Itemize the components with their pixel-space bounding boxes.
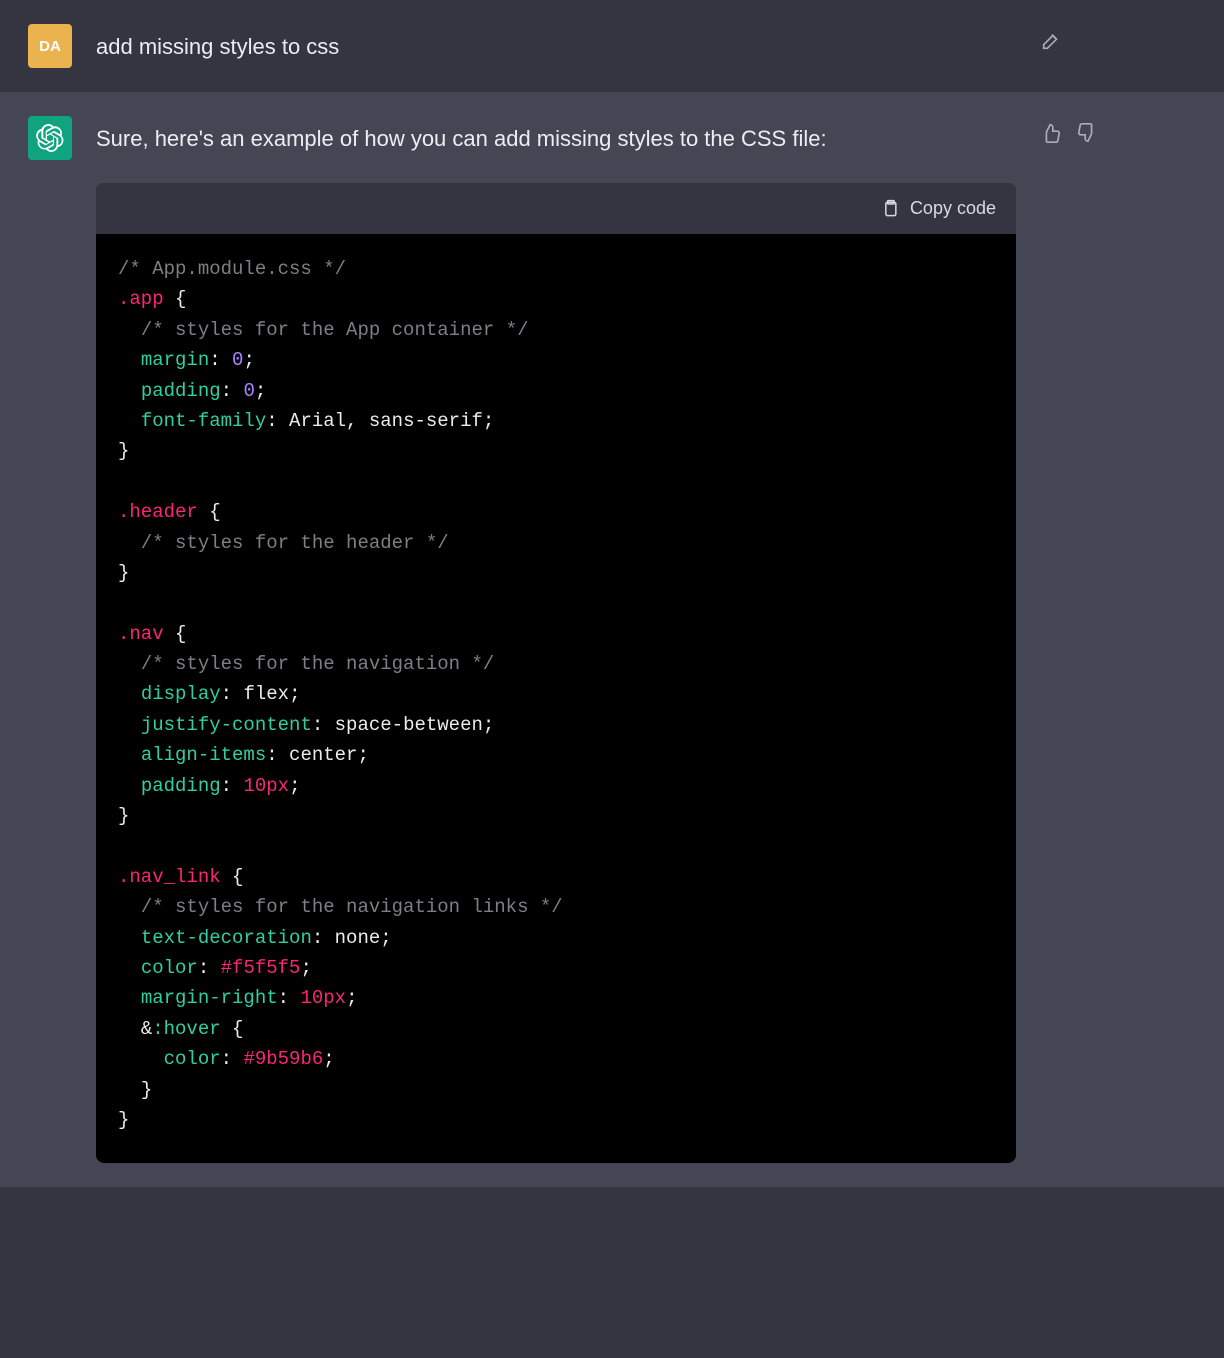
assistant-message-row: Sure, here's an example of how you can a…	[0, 92, 1224, 1187]
user-initials: DA	[39, 38, 61, 55]
user-message-text: add missing styles to css	[96, 24, 1016, 68]
user-message-row: DA add missing styles to css	[0, 0, 1224, 92]
assistant-intro-text: Sure, here's an example of how you can a…	[96, 122, 1016, 155]
clipboard-icon	[880, 199, 900, 219]
assistant-message-content: Sure, here's an example of how you can a…	[96, 116, 1016, 1163]
code-body[interactable]: /* App.module.css */ .app { /* styles fo…	[96, 234, 1016, 1163]
openai-logo-icon	[36, 124, 64, 152]
assistant-message-actions	[1040, 116, 1100, 1163]
user-avatar: DA	[28, 24, 72, 68]
code-block-header: Copy code	[96, 183, 1016, 234]
thumbs-up-icon[interactable]	[1040, 122, 1064, 146]
edit-icon[interactable]	[1040, 30, 1064, 54]
copy-code-button[interactable]: Copy code	[880, 195, 996, 222]
thumbs-down-icon[interactable]	[1076, 122, 1100, 146]
assistant-avatar	[28, 116, 72, 160]
code-block: Copy code /* App.module.css */ .app { /*…	[96, 183, 1016, 1163]
copy-code-label: Copy code	[910, 195, 996, 222]
user-message-actions	[1040, 24, 1064, 68]
